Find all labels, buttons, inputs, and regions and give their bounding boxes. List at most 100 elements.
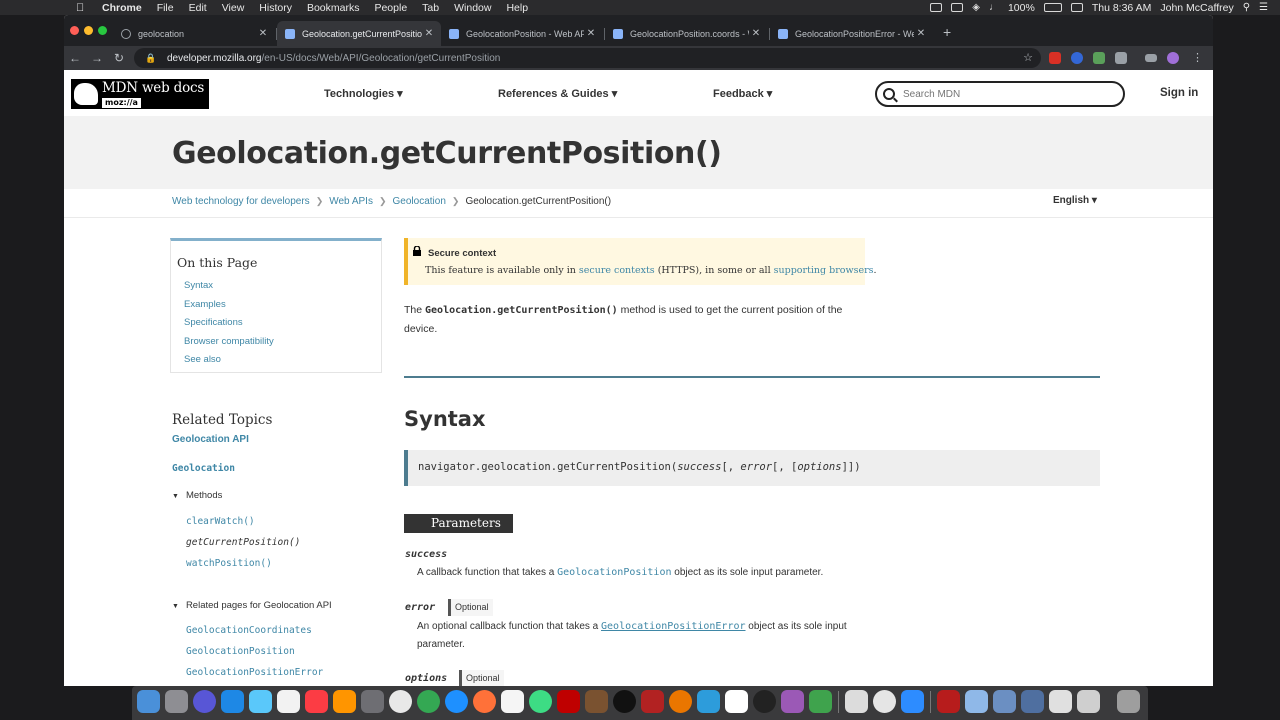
apple-icon[interactable]:  (76, 2, 88, 14)
menu-help[interactable]: Help (506, 2, 528, 14)
kebab-menu-icon[interactable]: ⋮ (1192, 51, 1203, 64)
spotlight-icon[interactable]: ⚲ (1243, 2, 1250, 13)
app-icon[interactable] (781, 690, 804, 713)
battery-icon[interactable] (1043, 3, 1062, 12)
close-icon[interactable]: ✕ (584, 28, 598, 39)
extension-icon[interactable] (1093, 52, 1105, 64)
siri-icon[interactable] (193, 690, 216, 713)
zoom-window-button[interactable] (98, 26, 107, 35)
tab-geolocationpositionerror[interactable]: GeolocationPositionError - Web ✕ (770, 21, 933, 46)
reading-list-icon[interactable] (1145, 54, 1157, 62)
cast-icon[interactable] (951, 3, 964, 12)
close-icon[interactable]: ✕ (749, 28, 763, 39)
download-extension-icon[interactable] (1115, 52, 1127, 64)
chrome-icon[interactable] (417, 690, 440, 713)
app-icon[interactable] (613, 690, 636, 713)
app-icon[interactable] (585, 690, 608, 713)
address-bar[interactable]: 🔒 developer.mozilla.org/en-US/docs/Web/A… (134, 48, 1041, 68)
acrobat-icon[interactable] (937, 690, 960, 713)
user-name[interactable]: John McCaffrey (1160, 2, 1233, 14)
app-icon[interactable] (697, 690, 720, 713)
app-store-icon[interactable] (221, 690, 244, 713)
close-icon[interactable]: ✕ (256, 28, 270, 39)
menu-view[interactable]: View (222, 2, 245, 14)
method-watchposition[interactable]: watchPosition() (186, 558, 272, 569)
breadcrumb-link[interactable]: Web APIs (329, 196, 373, 207)
wifi-icon[interactable]: ◈ (972, 2, 980, 13)
clock[interactable]: Thu 8:36 AM (1092, 2, 1152, 14)
bbedit-icon[interactable] (389, 690, 412, 713)
minimize-window-button[interactable] (84, 26, 93, 35)
app-icon[interactable] (641, 690, 664, 713)
atom-icon[interactable] (529, 690, 552, 713)
close-icon[interactable]: ✕ (914, 28, 928, 39)
related-geolocationpositionerror[interactable]: GeolocationPositionError (186, 667, 323, 678)
tab-getcurrentposition[interactable]: Geolocation.getCurrentPositio ✕ (277, 21, 441, 46)
supporting-browsers-link[interactable]: supporting browsers (774, 265, 874, 276)
menu-file[interactable]: File (157, 2, 174, 14)
related-geolocationcoordinates[interactable]: GeolocationCoordinates (186, 625, 312, 636)
folder-icon[interactable] (1021, 690, 1044, 713)
back-button[interactable]: ← (64, 51, 86, 65)
tab-geolocation[interactable]: geolocation ✕ (113, 21, 275, 46)
bookmark-star-icon[interactable]: ☆ (1023, 51, 1033, 64)
finder-icon[interactable] (137, 690, 160, 713)
profile-avatar[interactable] (1167, 52, 1179, 64)
notepad-icon[interactable] (501, 690, 524, 713)
preview-icon[interactable] (845, 690, 868, 713)
toc-item-syntax[interactable]: Syntax (184, 280, 274, 299)
menu-tab[interactable]: Tab (422, 2, 439, 14)
lock-icon[interactable]: 🔒 (145, 53, 156, 64)
extension-icon[interactable] (1071, 52, 1083, 64)
folder-icon[interactable] (993, 690, 1016, 713)
tab-geolocationposition[interactable]: GeolocationPosition - Web API ✕ (441, 21, 603, 46)
folder-icon[interactable] (965, 690, 988, 713)
geolocationposition-link[interactable]: GeolocationPosition (557, 567, 671, 578)
blender-icon[interactable] (669, 690, 692, 713)
system-preferences-icon[interactable] (165, 690, 188, 713)
method-clearwatch[interactable]: clearWatch() (186, 516, 255, 527)
breadcrumb-link[interactable]: Geolocation (393, 196, 446, 207)
calendar-icon[interactable] (277, 690, 300, 713)
geolocation-interface-link[interactable]: Geolocation (172, 463, 235, 474)
tab-geolocationposition-coords[interactable]: GeolocationPosition.coords - W ✕ (605, 21, 768, 46)
control-center-icon[interactable]: ☰ (1259, 2, 1268, 13)
keyboard-icon[interactable] (1070, 3, 1083, 12)
menu-edit[interactable]: Edit (189, 2, 207, 14)
toc-item-browser-compatibility[interactable]: Browser compatibility (184, 336, 274, 355)
toc-item-specifications[interactable]: Specifications (184, 317, 274, 336)
search-input[interactable] (903, 88, 1103, 100)
safari-icon[interactable] (445, 690, 468, 713)
adblock-extension-icon[interactable] (1049, 52, 1061, 64)
mdn-logo[interactable]: MDN web docs moz://a (71, 79, 209, 109)
new-tab-button[interactable]: + (943, 25, 951, 39)
related-pages-toggle[interactable]: ▼ Related pages for Geolocation API (172, 600, 332, 611)
secure-contexts-link[interactable]: secure contexts (579, 265, 655, 276)
notes-icon[interactable] (361, 690, 384, 713)
search-box[interactable] (875, 81, 1125, 107)
close-icon[interactable]: ✕ (422, 28, 436, 39)
forward-button[interactable]: → (86, 51, 108, 65)
menu-app[interactable]: Chrome (102, 2, 142, 14)
nav-feedback[interactable]: Feedback ▾ (713, 87, 772, 100)
volume-icon[interactable]: ♩ (989, 2, 999, 13)
nav-references-guides[interactable]: References & Guides ▾ (498, 87, 617, 100)
toc-item-see-also[interactable]: See also (184, 354, 274, 373)
geolocation-api-link[interactable]: Geolocation API (172, 434, 249, 445)
nav-technologies[interactable]: Technologies ▾ (324, 87, 403, 100)
zoom-icon[interactable] (901, 690, 924, 713)
app-icon[interactable] (809, 690, 832, 713)
app-icon[interactable] (873, 690, 896, 713)
unity-icon[interactable] (725, 690, 748, 713)
toc-item-examples[interactable]: Examples (184, 299, 274, 318)
music-icon[interactable] (305, 690, 328, 713)
close-window-button[interactable] (70, 26, 79, 35)
menu-history[interactable]: History (259, 2, 292, 14)
firefox-icon[interactable] (473, 690, 496, 713)
trash-icon[interactable] (1117, 690, 1140, 713)
language-select[interactable]: English ▾ (1053, 195, 1097, 206)
menu-bookmarks[interactable]: Bookmarks (307, 2, 360, 14)
menu-window[interactable]: Window (454, 2, 491, 14)
screen-record-icon[interactable] (930, 3, 943, 12)
app-icon[interactable] (753, 690, 776, 713)
